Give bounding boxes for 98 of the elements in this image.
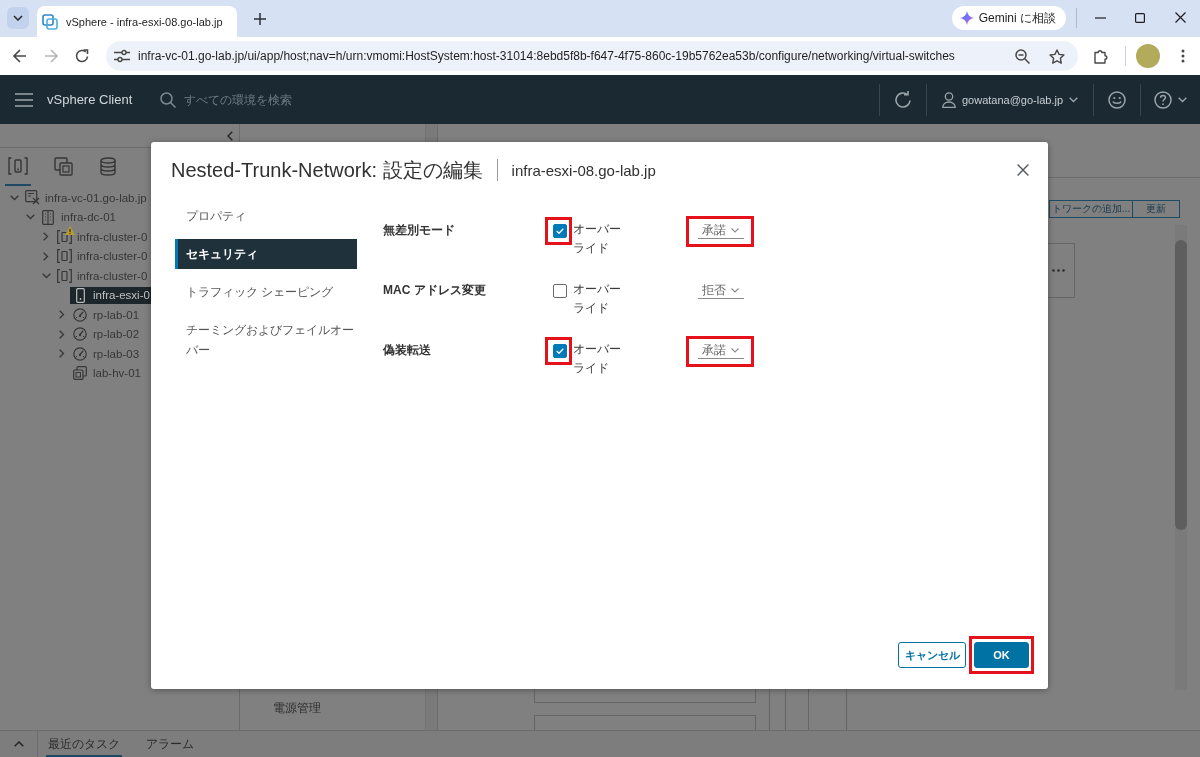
tree-item[interactable]: infra-cluster-0 (54, 267, 149, 285)
tree-item[interactable]: infra-cluster-0 (54, 247, 149, 265)
puzzle-icon (1093, 48, 1109, 64)
zoom-out-icon[interactable] (1015, 48, 1030, 64)
cluster-icon (8, 157, 28, 175)
database-icon (100, 156, 116, 176)
cluster-icon (56, 268, 72, 283)
building-icon (42, 209, 54, 225)
url-text: infra-vc-01.go-lab.jp/ui/app/host;nav=h/urn:vmomi:HostSystem:host-31014:8ebd5f8b-f647-4f75-860c-19b5762ea53b/configure/networking/virtual-switches (138, 49, 956, 63)
smiley-icon (1108, 90, 1126, 109)
scrollbar[interactable] (1175, 225, 1187, 690)
window-icon (24, 190, 40, 206)
chevron-down-icon (731, 227, 739, 233)
override-label: オーバーライド (573, 221, 622, 257)
search-icon (160, 91, 177, 108)
close-icon (1017, 164, 1029, 176)
help-icon (1154, 90, 1172, 109)
sparkle-icon (959, 11, 974, 25)
tab-list-button[interactable] (7, 7, 29, 29)
layers-icon (53, 156, 73, 176)
plus-icon (254, 13, 266, 25)
favicon-icon (42, 13, 58, 30)
tree-item[interactable]: rp-lab-01 (70, 306, 141, 324)
user-menu-button[interactable]: gowatana@go-lab.jp (927, 75, 1093, 124)
chevron-down-icon (13, 15, 23, 21)
gauge-icon (73, 346, 87, 361)
policy-select[interactable]: 承諾 (698, 222, 744, 239)
chevron-left-icon[interactable] (227, 130, 233, 141)
tree-item[interactable]: infra-esxi-0 (70, 286, 151, 304)
override-label: オーバーライド (573, 341, 622, 377)
panel-tab[interactable]: アラーム (144, 731, 196, 757)
menu-icon[interactable] (15, 92, 33, 107)
chevron-down-icon (731, 347, 739, 353)
chevron-right-icon[interactable] (59, 349, 65, 359)
caret-icon (1069, 96, 1079, 103)
chevron-right-icon[interactable] (43, 251, 49, 261)
chevron-up-icon (13, 741, 24, 747)
gauge-icon (73, 307, 87, 322)
avatar-icon[interactable] (1136, 44, 1160, 68)
refresh-icon (894, 90, 912, 109)
override-checkbox[interactable] (553, 284, 567, 298)
arrow-left-icon[interactable] (13, 49, 27, 63)
cancel-button[interactable]: キャンセル (898, 642, 966, 668)
tree-item[interactable]: rp-lab-02 (70, 325, 141, 343)
close-icon (1174, 12, 1186, 23)
site-settings-icon (114, 49, 130, 63)
more-vertical-icon (1181, 49, 1185, 63)
chevron-right-icon[interactable] (59, 329, 65, 339)
dialog-nav-item[interactable]: チーミングおよびフェイルオーバー (175, 315, 357, 365)
cluster-icon (56, 249, 72, 264)
dialog-nav-item[interactable]: プロパティ (175, 201, 357, 231)
side-menu-item[interactable]: 電源管理 (273, 700, 425, 716)
more-icon[interactable] (1052, 269, 1065, 272)
tree-item[interactable]: rp-lab-03 (70, 345, 141, 363)
setting-label: 偽装転送 (383, 342, 432, 359)
gemini-button[interactable]: Gemini に相談 (951, 6, 1066, 30)
policy-select[interactable]: 拒否 (698, 282, 744, 299)
check-icon (556, 348, 564, 354)
star-icon[interactable] (1049, 48, 1065, 64)
dialog-nav-item[interactable]: セキュリティ (175, 239, 357, 269)
dialog-title: Nested-Trunk-Network: 設定の編集 (171, 158, 483, 182)
tree-item[interactable]: infra-vc-01.go-lab.jp (22, 189, 148, 207)
chevron-right-icon[interactable] (59, 310, 65, 320)
setting-label: MAC アドレス変更 (383, 282, 487, 299)
browser-tab[interactable]: vSphere - infra-esxi-08.go-lab.jp (37, 6, 237, 37)
gauge-icon (73, 327, 87, 342)
cluster-icon (56, 229, 72, 244)
refresh-button[interactable]: 更新 (1133, 200, 1180, 218)
panel-tab[interactable]: 最近のタスク (46, 731, 122, 757)
reload-icon[interactable] (75, 49, 89, 63)
dialog-nav-item[interactable]: トラフィック シェーピング (175, 277, 357, 307)
app-title: vSphere Client (47, 92, 133, 107)
ok-button[interactable]: OK (974, 642, 1029, 668)
chevron-down-icon[interactable] (41, 272, 51, 279)
policy-select[interactable]: 承諾 (698, 342, 744, 359)
host-icon (75, 287, 85, 303)
add-network-button[interactable]: トワークの追加... (1049, 200, 1133, 218)
setting-label: 無差別モード (383, 222, 456, 239)
maximize-icon (1135, 12, 1145, 23)
chevron-down-icon[interactable] (9, 194, 19, 201)
chevron-right-icon[interactable] (43, 232, 49, 242)
user-icon (941, 91, 956, 108)
override-checkbox[interactable] (553, 344, 567, 358)
caret-icon (1178, 96, 1187, 103)
chevron-down-icon[interactable] (25, 214, 35, 221)
tree-item[interactable]: infra-cluster-0 (54, 228, 149, 246)
dialog-subtitle: infra-esxi-08.go-lab.jp (511, 161, 656, 179)
chevron-down-icon (731, 287, 739, 293)
tree-item[interactable]: infra-dc-01 (38, 208, 117, 226)
minimize-icon (1094, 16, 1106, 19)
layers-icon (73, 366, 87, 381)
search-field[interactable]: すべての環境を検索 (184, 92, 385, 107)
address-bar[interactable]: infra-vc-01.go-lab.jp/ui/app/host;nav=h/urn:vmomi:HostSystem:host-31014:8ebd5f8b-f647-4f75-860c-19b5762ea53b/configure/networking/virtual-switches (106, 41, 1078, 71)
override-label: オーバーライド (573, 281, 622, 317)
close-button[interactable] (1015, 162, 1031, 178)
tree-item[interactable]: lab-hv-01 (70, 364, 142, 382)
check-icon (556, 228, 564, 234)
override-checkbox[interactable] (553, 224, 567, 238)
